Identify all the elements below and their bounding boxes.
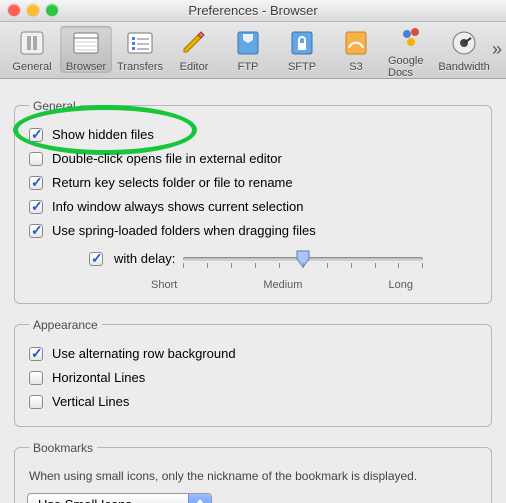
minimize-button[interactable] [27, 4, 39, 16]
tab-ftp[interactable]: FTP [222, 26, 274, 73]
tab-general-label: General [12, 61, 51, 73]
close-button[interactable] [8, 4, 20, 16]
editor-icon [179, 28, 209, 61]
tab-browser-label: Browser [66, 61, 106, 73]
group-general: General Show hidden files Double-click o… [14, 99, 492, 304]
tab-googledocs-label: Google Docs [388, 55, 432, 79]
chk-delay[interactable] [89, 252, 103, 266]
bookmarks-note: When using small icons, only the nicknam… [29, 469, 477, 483]
bandwidth-icon [449, 28, 479, 61]
chk-spring[interactable] [29, 224, 43, 238]
group-appearance-legend: Appearance [29, 318, 102, 332]
select-icon-size[interactable]: Use Small Icons [27, 493, 212, 503]
toolbar-more[interactable]: » [492, 39, 506, 60]
browser-icon [71, 28, 101, 61]
tab-sftp[interactable]: SFTP [276, 26, 328, 73]
titlebar: Preferences - Browser [0, 0, 506, 22]
chk-double-click[interactable] [29, 152, 43, 166]
chk-vlines[interactable] [29, 395, 43, 409]
tab-bandwidth-label: Bandwidth [438, 61, 489, 73]
traffic-lights [8, 4, 58, 16]
chk-show-hidden[interactable] [29, 128, 43, 142]
chk-return-key[interactable] [29, 176, 43, 190]
delay-slider[interactable] [183, 251, 423, 267]
tab-transfers-label: Transfers [117, 61, 163, 73]
tab-s3-label: S3 [349, 61, 362, 73]
tab-googledocs[interactable]: Google Docs [384, 20, 436, 79]
sftp-icon [287, 28, 317, 61]
lbl-double-click: Double-click opens file in external edit… [52, 151, 282, 166]
ftp-icon [233, 28, 263, 61]
tab-editor-label: Editor [180, 61, 209, 73]
slider-label-short: Short [151, 279, 177, 291]
lbl-delay: with delay: [114, 251, 175, 266]
tab-sftp-label: SFTP [288, 61, 316, 73]
tab-bandwidth[interactable]: Bandwidth [438, 26, 490, 73]
lbl-info-window: Info window always shows current selecti… [52, 199, 303, 214]
tab-general[interactable]: General [6, 26, 58, 73]
lbl-show-hidden: Show hidden files [52, 127, 154, 142]
chk-hlines[interactable] [29, 371, 43, 385]
toolbar: General Browser Transfers Editor FTP [0, 22, 506, 79]
tab-editor[interactable]: Editor [168, 26, 220, 73]
googledocs-icon [395, 22, 425, 55]
group-general-legend: General [29, 99, 80, 113]
lbl-hlines: Horizontal Lines [52, 370, 145, 385]
preferences-window: Preferences - Browser General Browser Tr… [0, 0, 506, 503]
group-bookmarks: Bookmarks When using small icons, only t… [14, 441, 492, 503]
group-appearance: Appearance Use alternating row backgroun… [14, 318, 492, 427]
chk-info-window[interactable] [29, 200, 43, 214]
general-icon [17, 28, 47, 61]
window-title: Preferences - Browser [0, 3, 506, 18]
tab-transfers[interactable]: Transfers [114, 26, 166, 73]
chk-altrows[interactable] [29, 347, 43, 361]
slider-label-long: Long [389, 279, 413, 291]
s3-icon [341, 28, 371, 61]
slider-label-medium: Medium [263, 279, 302, 291]
tab-s3[interactable]: S3 [330, 26, 382, 73]
zoom-button[interactable] [46, 4, 58, 16]
group-bookmarks-legend: Bookmarks [29, 441, 97, 455]
lbl-vlines: Vertical Lines [52, 394, 129, 409]
lbl-spring: Use spring-loaded folders when dragging … [52, 223, 316, 238]
content-pane: General Show hidden files Double-click o… [0, 79, 506, 503]
tab-browser[interactable]: Browser [60, 26, 112, 73]
tab-ftp-label: FTP [238, 61, 259, 73]
lbl-return-key: Return key selects folder or file to ren… [52, 175, 293, 190]
transfers-icon [125, 28, 155, 61]
lbl-altrows: Use alternating row background [52, 346, 236, 361]
select-icon-size-value: Use Small Icons [28, 494, 188, 503]
select-stepper-icon [188, 494, 211, 503]
